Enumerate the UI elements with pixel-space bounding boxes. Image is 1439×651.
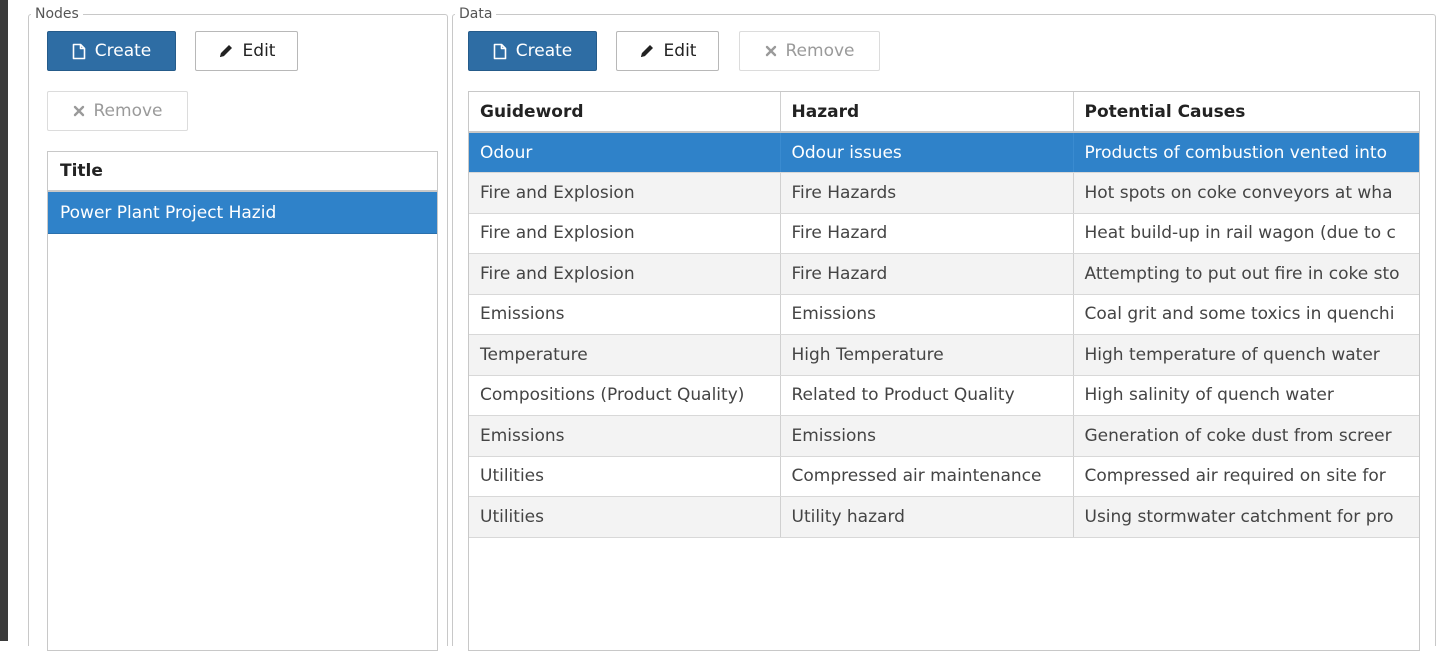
data-grid: Guideword Hazard Potential Causes Odour … bbox=[468, 91, 1420, 651]
data-table: Guideword Hazard Potential Causes Odour … bbox=[469, 92, 1419, 538]
cell-potential-causes: Compressed air required on site for bbox=[1073, 456, 1419, 497]
cell-hazard: Fire Hazard bbox=[780, 213, 1074, 254]
table-row[interactable]: Emissions Emissions Coal grit and some t… bbox=[469, 294, 1419, 335]
cell-guideword: Fire and Explosion bbox=[469, 253, 781, 295]
cell-potential-causes: Coal grit and some toxics in quenchi bbox=[1073, 294, 1419, 335]
cell-hazard: Compressed air maintenance bbox=[780, 456, 1074, 497]
nodes-create-label: Create bbox=[94, 41, 152, 61]
table-row[interactable]: Fire and Explosion Fire Hazard Heat buil… bbox=[469, 213, 1419, 254]
cell-guideword: Compositions (Product Quality) bbox=[469, 375, 781, 416]
table-row[interactable]: Utilities Compressed air maintenance Com… bbox=[469, 456, 1419, 497]
cell-potential-causes: High salinity of quench water bbox=[1073, 375, 1419, 416]
close-icon bbox=[73, 105, 85, 117]
nodes-legend: Nodes bbox=[35, 6, 79, 22]
data-remove-label: Remove bbox=[785, 41, 855, 61]
table-row[interactable]: Emissions Emissions Generation of coke d… bbox=[469, 415, 1419, 457]
cell-guideword: Temperature bbox=[469, 334, 781, 376]
nodes-edit-button[interactable]: Edit bbox=[195, 31, 298, 71]
nodes-remove-button[interactable]: Remove bbox=[47, 91, 188, 131]
pencil-icon bbox=[218, 43, 234, 59]
nodes-remove-label: Remove bbox=[93, 101, 163, 121]
cell-guideword: Utilities bbox=[469, 496, 781, 538]
cell-guideword: Emissions bbox=[469, 415, 781, 457]
data-table-header-row: Guideword Hazard Potential Causes bbox=[469, 92, 1419, 133]
column-header-guideword[interactable]: Guideword bbox=[469, 92, 781, 133]
cell-hazard: Related to Product Quality bbox=[780, 375, 1074, 416]
data-edit-label: Edit bbox=[663, 41, 697, 61]
table-row[interactable]: Compositions (Product Quality) Related t… bbox=[469, 375, 1419, 416]
nodes-list-item[interactable]: Power Plant Project Hazid bbox=[48, 192, 437, 234]
data-create-label: Create bbox=[515, 41, 573, 61]
cell-potential-causes: Products of combustion vented into bbox=[1073, 132, 1419, 173]
nodes-edit-label: Edit bbox=[242, 41, 276, 61]
cell-hazard: Utility hazard bbox=[780, 496, 1074, 538]
cell-potential-causes: Heat build-up in rail wagon (due to c bbox=[1073, 213, 1419, 254]
cell-hazard: Emissions bbox=[780, 294, 1074, 335]
cell-hazard: Fire Hazard bbox=[780, 253, 1074, 295]
cell-guideword: Utilities bbox=[469, 456, 781, 497]
data-remove-button[interactable]: Remove bbox=[739, 31, 880, 71]
cell-hazard: Emissions bbox=[780, 415, 1074, 457]
cell-potential-causes: Attempting to put out fire in coke sto bbox=[1073, 253, 1419, 295]
cell-potential-causes: Hot spots on coke conveyors at wha bbox=[1073, 172, 1419, 214]
cell-hazard: Fire Hazards bbox=[780, 172, 1074, 214]
nodes-create-button[interactable]: Create bbox=[47, 31, 176, 71]
table-row[interactable]: Fire and Explosion Fire Hazard Attemptin… bbox=[469, 253, 1419, 295]
column-header-hazard[interactable]: Hazard bbox=[780, 92, 1074, 133]
column-header-potential-causes[interactable]: Potential Causes bbox=[1073, 92, 1419, 133]
data-edit-button[interactable]: Edit bbox=[616, 31, 719, 71]
table-row[interactable]: Utilities Utility hazard Using stormwate… bbox=[469, 496, 1419, 538]
cell-hazard: High Temperature bbox=[780, 334, 1074, 376]
cell-potential-causes: Using stormwater catchment for pro bbox=[1073, 496, 1419, 538]
data-create-button[interactable]: Create bbox=[468, 31, 597, 71]
table-row[interactable]: Temperature High Temperature High temper… bbox=[469, 334, 1419, 376]
cell-potential-causes: Generation of coke dust from screer bbox=[1073, 415, 1419, 457]
cell-guideword: Fire and Explosion bbox=[469, 213, 781, 254]
file-icon bbox=[72, 43, 86, 60]
table-row[interactable]: Odour Odour issues Products of combustio… bbox=[469, 132, 1419, 173]
pencil-icon bbox=[639, 43, 655, 59]
nodes-list: Title Power Plant Project Hazid bbox=[47, 151, 438, 651]
file-icon bbox=[493, 43, 507, 60]
table-row[interactable]: Fire and Explosion Fire Hazards Hot spot… bbox=[469, 172, 1419, 214]
left-edge-bar bbox=[0, 0, 8, 641]
cell-potential-causes: High temperature of quench water bbox=[1073, 334, 1419, 376]
cell-guideword: Emissions bbox=[469, 294, 781, 335]
cell-guideword: Fire and Explosion bbox=[469, 172, 781, 214]
data-legend: Data bbox=[459, 6, 493, 22]
close-icon bbox=[765, 45, 777, 57]
cell-hazard: Odour issues bbox=[780, 132, 1074, 173]
cell-guideword: Odour bbox=[469, 132, 781, 173]
nodes-list-header[interactable]: Title bbox=[48, 152, 437, 192]
